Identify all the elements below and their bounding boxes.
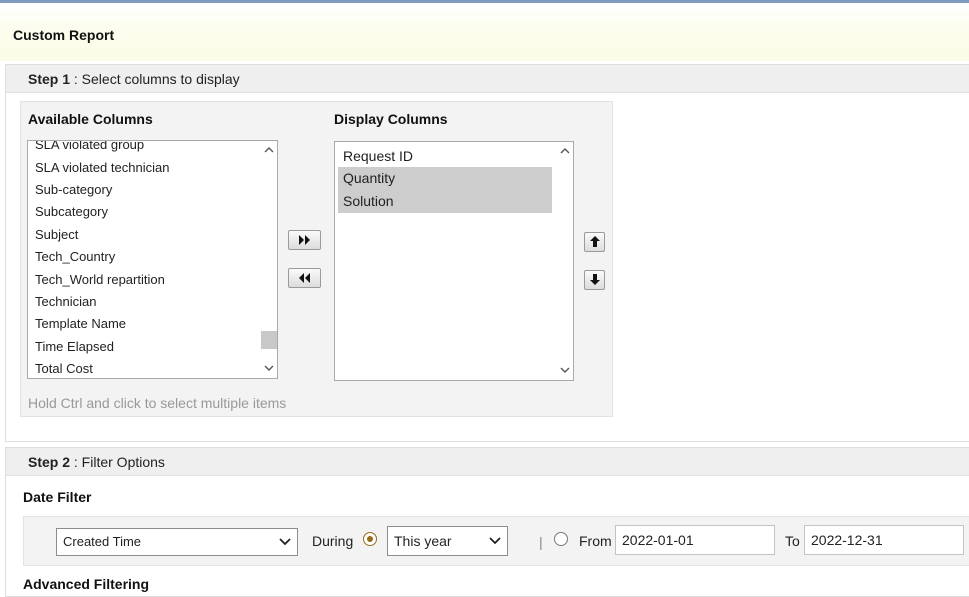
list-item[interactable]: Tech_World repartition	[35, 272, 165, 287]
available-list-scrollbar[interactable]	[260, 141, 277, 378]
column-selector: Available Columns Display Columns SLA vi…	[20, 101, 613, 417]
move-down-button[interactable]	[584, 270, 605, 290]
date-range-radio[interactable]	[554, 532, 568, 546]
step1-label: Step 1	[28, 71, 71, 87]
step1-header-text: : Select columns to display	[70, 71, 240, 87]
list-item[interactable]: Tech_Country	[35, 249, 115, 264]
scroll-thumb[interactable]	[261, 331, 277, 349]
top-accent-line	[0, 0, 969, 3]
chevron-down-icon	[489, 527, 501, 555]
page-header: Custom Report	[0, 5, 969, 61]
list-item-selected[interactable]: Quantity	[338, 167, 552, 190]
step2-label: Step 2	[28, 454, 71, 470]
move-up-button[interactable]	[584, 232, 605, 252]
scroll-down-arrow-icon[interactable]	[260, 361, 277, 377]
list-item[interactable]: Template Name	[35, 316, 126, 331]
separator: |	[539, 534, 543, 550]
display-columns-heading: Display Columns	[334, 111, 448, 127]
list-item[interactable]: Subcategory	[35, 204, 108, 219]
list-item[interactable]: SLA violated technician	[35, 160, 169, 175]
scroll-up-arrow-icon[interactable]	[260, 142, 277, 158]
available-columns-list[interactable]: SLA violated group SLA violated technici…	[27, 140, 278, 379]
step2-header-text: : Filter Options	[70, 454, 165, 470]
date-filter-heading: Date Filter	[23, 489, 92, 505]
list-item[interactable]: Time Elapsed	[35, 339, 114, 354]
remove-column-button[interactable]	[288, 268, 321, 288]
step2-header: Step 2 : Filter Options	[6, 448, 969, 476]
scroll-up-arrow-icon[interactable]	[556, 143, 573, 159]
double-chevron-right-icon	[298, 235, 310, 245]
list-item[interactable]: SLA violated group	[35, 141, 144, 152]
to-label: To	[785, 533, 800, 549]
during-radio[interactable]	[363, 532, 377, 546]
list-item[interactable]: Request ID	[343, 148, 413, 164]
from-label: From	[579, 533, 612, 549]
arrow-up-icon	[589, 236, 600, 247]
list-item[interactable]: Total Cost	[35, 361, 93, 376]
display-list-scrollbar[interactable]	[556, 142, 573, 380]
add-column-button[interactable]	[288, 230, 321, 250]
list-item[interactable]: Sub-category	[35, 182, 112, 197]
step1-header: Step 1 : Select columns to display	[6, 65, 969, 93]
step2-panel: Step 2 : Filter Options Date Filter Crea…	[5, 447, 969, 597]
display-columns-list[interactable]: Request ID Quantity Solution	[334, 141, 574, 381]
period-select[interactable]: This year	[387, 526, 508, 556]
list-item-selected[interactable]: Solution	[338, 190, 552, 213]
to-date-input[interactable]: 2022-12-31	[804, 525, 964, 555]
chevron-down-icon	[279, 529, 291, 555]
during-label: During	[312, 533, 354, 549]
list-item[interactable]: Subject	[35, 227, 78, 242]
page-title: Custom Report	[13, 27, 115, 43]
multi-select-hint: Hold Ctrl and click to select multiple i…	[28, 395, 287, 411]
date-field-select[interactable]: Created Time	[56, 528, 298, 556]
from-date-input[interactable]: 2022-01-01	[615, 525, 775, 555]
date-filter-row: Created Time During This year | From 202…	[23, 516, 969, 566]
period-value: This year	[394, 533, 452, 549]
arrow-down-icon	[589, 274, 600, 285]
scroll-down-arrow-icon[interactable]	[556, 363, 573, 379]
date-field-value: Created Time	[63, 534, 142, 549]
list-item[interactable]: Technician	[35, 294, 96, 309]
step1-panel: Step 1 : Select columns to display Avail…	[5, 64, 969, 442]
double-chevron-left-icon	[298, 273, 310, 283]
available-columns-heading: Available Columns	[28, 111, 153, 127]
